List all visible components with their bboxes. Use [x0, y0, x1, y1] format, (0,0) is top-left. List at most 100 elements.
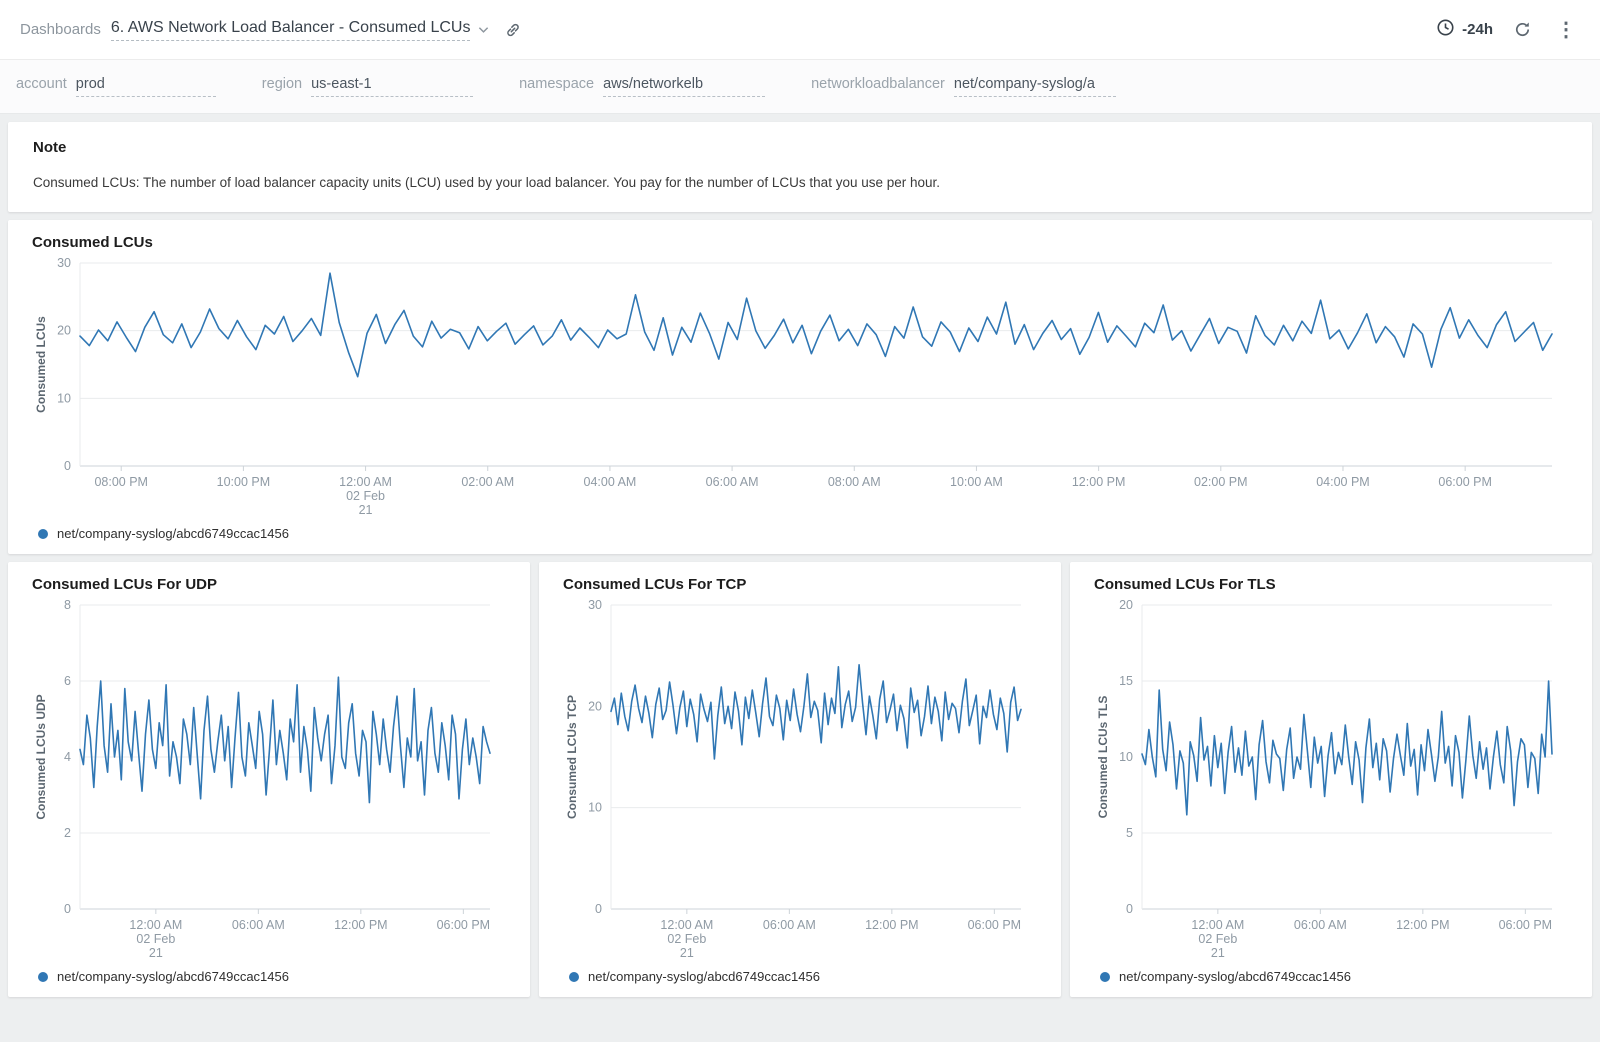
svg-text:0: 0 — [1126, 902, 1133, 916]
svg-text:21: 21 — [149, 946, 163, 959]
filter-bar: account prod region us-east-1 namespace … — [0, 60, 1600, 114]
panel-consumed-lcus-udp: Consumed LCUs For UDP 0 2 4 6 8 12:00 AM02 Fe… — [8, 562, 530, 997]
svg-text:06:00 PM: 06:00 PM — [968, 918, 1022, 932]
refresh-icon[interactable] — [1513, 20, 1532, 39]
legend-item[interactable]: net/company-syslog/abcd6749ccac1456 — [32, 964, 506, 989]
kebab-menu-icon[interactable]: ⋮ — [1552, 20, 1580, 40]
chevron-down-icon — [478, 21, 489, 39]
svg-text:06:00 PM: 06:00 PM — [437, 918, 491, 932]
svg-text:02 Feb: 02 Feb — [1198, 932, 1237, 946]
svg-text:30: 30 — [588, 598, 602, 612]
svg-text:08:00 PM: 08:00 PM — [94, 475, 148, 489]
legend-series-marker — [569, 972, 579, 982]
svg-text:12:00 AM: 12:00 AM — [339, 475, 392, 489]
svg-text:12:00 PM: 12:00 PM — [1072, 475, 1126, 489]
svg-text:21: 21 — [680, 946, 694, 959]
svg-text:Consumed LCUs TLS: Consumed LCUs TLS — [1096, 696, 1110, 819]
filter-networkloadbalancer-value[interactable]: net/company-syslog/a — [954, 76, 1116, 97]
svg-text:10: 10 — [1119, 750, 1133, 764]
topbar-actions: -24h ⋮ — [1436, 18, 1580, 41]
svg-text:10:00 PM: 10:00 PM — [217, 475, 271, 489]
filter-region[interactable]: region us-east-1 — [262, 76, 473, 97]
svg-text:12:00 AM: 12:00 AM — [1191, 918, 1244, 932]
legend-series-label: net/company-syslog/abcd6749ccac1456 — [588, 969, 820, 984]
time-range-button[interactable]: -24h — [1436, 18, 1493, 41]
note-panel-body: Consumed LCUs: The number of load balanc… — [33, 175, 1567, 190]
svg-text:10: 10 — [588, 801, 602, 815]
filter-networkloadbalancer-label: networkloadbalancer — [811, 76, 945, 92]
legend-item[interactable]: net/company-syslog/abcd6749ccac1456 — [563, 964, 1037, 989]
svg-text:04:00 AM: 04:00 AM — [584, 475, 637, 489]
svg-text:Consumed LCUs UDP: Consumed LCUs UDP — [34, 694, 48, 819]
svg-text:08:00 AM: 08:00 AM — [828, 475, 881, 489]
svg-text:6: 6 — [64, 674, 71, 688]
svg-text:06:00 PM: 06:00 PM — [1499, 918, 1553, 932]
filter-account[interactable]: account prod — [16, 76, 216, 97]
svg-text:06:00 AM: 06:00 AM — [763, 918, 816, 932]
filter-namespace-label: namespace — [519, 76, 594, 92]
filter-namespace[interactable]: namespace aws/networkelb — [519, 76, 765, 97]
svg-text:20: 20 — [57, 324, 71, 338]
link-icon[interactable] — [503, 20, 523, 40]
chart-canvas-consumed-lcus[interactable]: 010203008:00 PM10:00 PM12:00 AM02 Feb210… — [32, 253, 1568, 521]
legend-series-marker — [1100, 972, 1110, 982]
panel-consumed-lcus-tls: Consumed LCUs For TLS 0 5 10 15 20 12:00 AM02… — [1070, 562, 1592, 997]
legend-series-marker — [38, 529, 48, 539]
panel-consumed-lcus-udp-title: Consumed LCUs For UDP — [32, 576, 506, 593]
panel-consumed-lcus-title: Consumed LCUs — [32, 234, 1568, 251]
clock-icon — [1436, 18, 1455, 41]
filter-account-value[interactable]: prod — [76, 76, 216, 97]
legend-series-label: net/company-syslog/abcd6749ccac1456 — [57, 969, 289, 984]
svg-text:15: 15 — [1119, 674, 1133, 688]
panel-consumed-lcus-tls-title: Consumed LCUs For TLS — [1094, 576, 1568, 593]
svg-text:2: 2 — [64, 826, 71, 840]
legend-series-label: net/company-syslog/abcd6749ccac1456 — [1119, 969, 1351, 984]
panel-consumed-lcus: Consumed LCUs 010203008:00 PM10:00 PM12:… — [8, 220, 1592, 554]
top-bar: Dashboards 6. AWS Network Load Balancer … — [0, 0, 1600, 60]
svg-text:02:00 AM: 02:00 AM — [461, 475, 514, 489]
svg-text:04:00 PM: 04:00 PM — [1316, 475, 1370, 489]
svg-text:20: 20 — [588, 699, 602, 713]
dashboard-title[interactable]: 6. AWS Network Load Balancer - Consumed … — [111, 19, 471, 41]
svg-text:5: 5 — [1126, 826, 1133, 840]
time-range-label: -24h — [1462, 21, 1493, 38]
svg-text:Consumed LCUs: Consumed LCUs — [34, 316, 48, 413]
svg-text:4: 4 — [64, 750, 71, 764]
filter-region-label: region — [262, 76, 302, 92]
dashboard-title-dropdown[interactable]: 6. AWS Network Load Balancer - Consumed … — [111, 19, 490, 41]
legend-item[interactable]: net/company-syslog/abcd6749ccac1456 — [1094, 964, 1568, 989]
svg-text:02 Feb: 02 Feb — [136, 932, 175, 946]
svg-text:06:00 AM: 06:00 AM — [706, 475, 759, 489]
svg-text:06:00 AM: 06:00 AM — [232, 918, 285, 932]
filter-networkloadbalancer[interactable]: networkloadbalancer net/company-syslog/a — [811, 76, 1116, 97]
svg-text:10:00 AM: 10:00 AM — [950, 475, 1003, 489]
svg-text:12:00 PM: 12:00 PM — [334, 918, 388, 932]
svg-text:12:00 PM: 12:00 PM — [865, 918, 919, 932]
filter-namespace-value[interactable]: aws/networkelb — [603, 76, 765, 97]
note-panel-title: Note — [33, 139, 1567, 156]
svg-text:02 Feb: 02 Feb — [667, 932, 706, 946]
svg-text:06:00 PM: 06:00 PM — [1438, 475, 1492, 489]
filter-region-value[interactable]: us-east-1 — [311, 76, 473, 97]
charts-row: Consumed LCUs For UDP 0246812:00 AM02 Fe… — [8, 562, 1592, 997]
legend-item[interactable]: net/company-syslog/abcd6749ccac1456 — [32, 521, 1568, 546]
legend-series-marker — [38, 972, 48, 982]
svg-text:20: 20 — [1119, 598, 1133, 612]
svg-text:21: 21 — [1211, 946, 1225, 959]
note-panel: Note Consumed LCUs: The number of load b… — [8, 122, 1592, 212]
svg-text:02 Feb: 02 Feb — [346, 489, 385, 503]
svg-text:Consumed LCUs TCP: Consumed LCUs TCP — [565, 695, 579, 819]
svg-text:0: 0 — [64, 902, 71, 916]
svg-text:10: 10 — [57, 391, 71, 405]
dashboard-content: Note Consumed LCUs: The number of load b… — [0, 114, 1600, 1005]
svg-text:06:00 AM: 06:00 AM — [1294, 918, 1347, 932]
svg-text:8: 8 — [64, 598, 71, 612]
svg-text:0: 0 — [595, 902, 602, 916]
chart-canvas-consumed-lcus-tls[interactable]: 0510152012:00 AM02 Feb2106:00 AM12:00 PM… — [1094, 595, 1568, 964]
chart-canvas-consumed-lcus-udp[interactable]: 0 2 4 6 8 12:00 AM02 Feb21 06:00 AM 12:00 PM 06:… — [32, 595, 506, 964]
chart-canvas-consumed-lcus-tcp[interactable]: 010203012:00 AM02 Feb2106:00 AM12:00 PM0… — [563, 595, 1037, 964]
panel-consumed-lcus-tcp: Consumed LCUs For TCP 010203012:00 AM02 … — [539, 562, 1061, 997]
svg-text:21: 21 — [359, 503, 373, 516]
breadcrumb-dashboards[interactable]: Dashboards — [20, 21, 101, 38]
svg-text:12:00 AM: 12:00 AM — [129, 918, 182, 932]
